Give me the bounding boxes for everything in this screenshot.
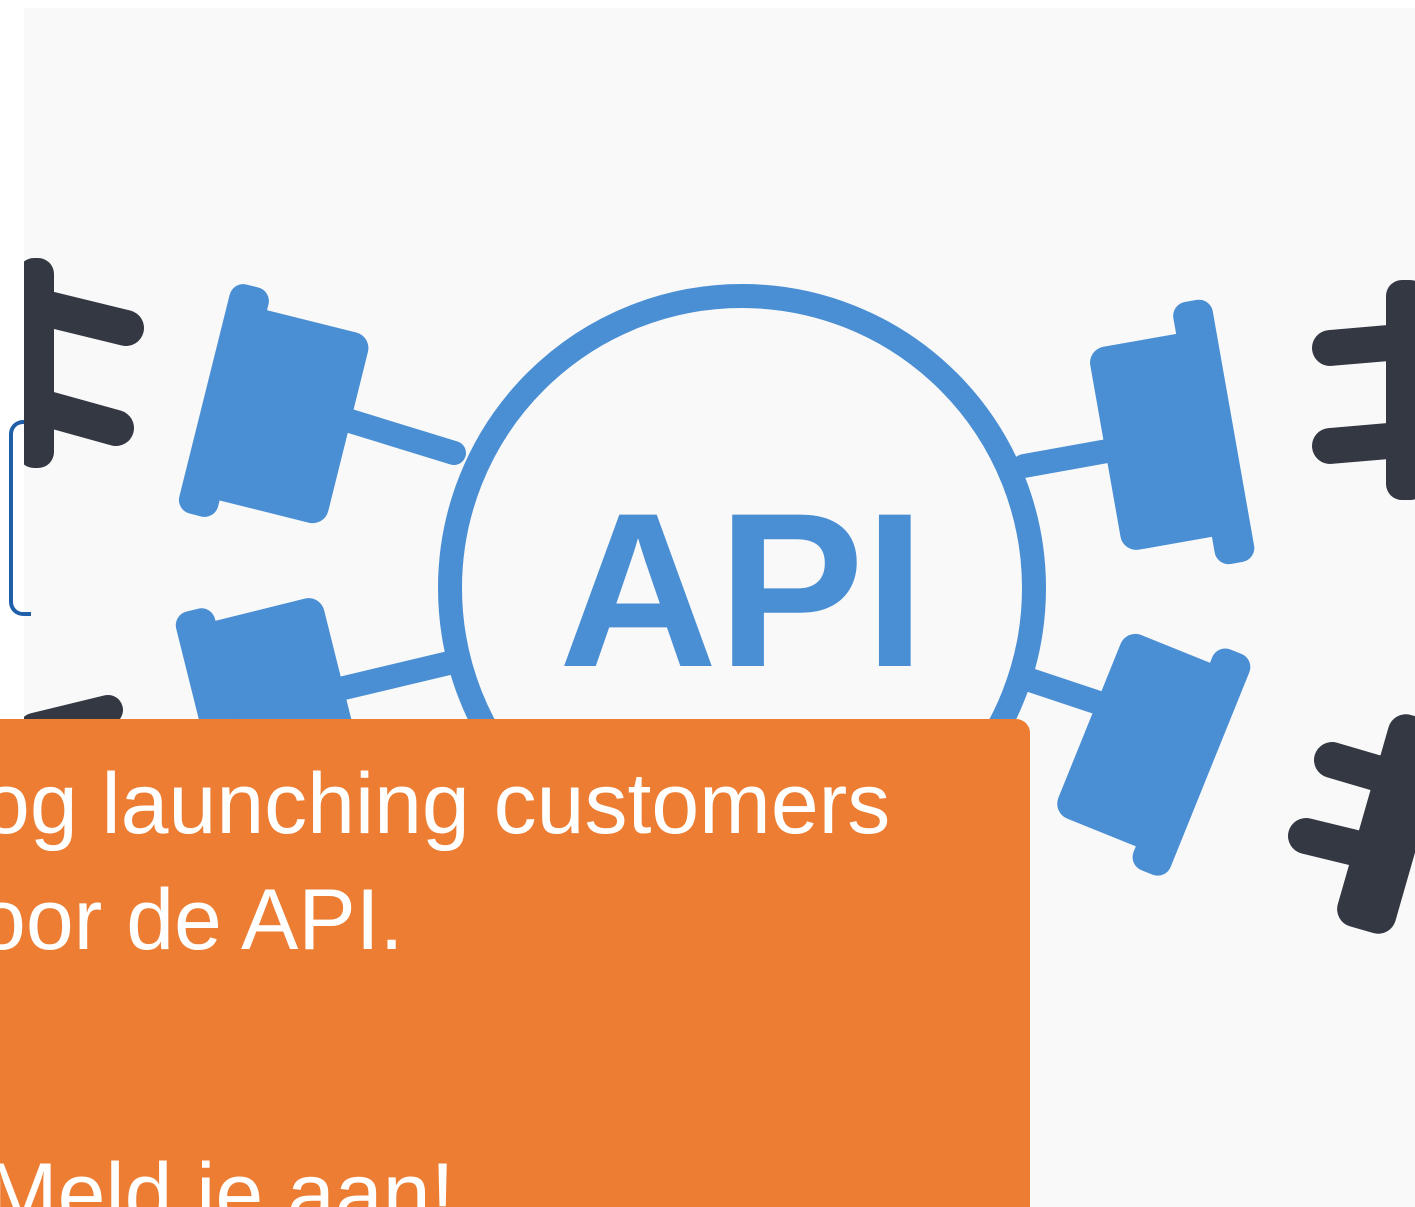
plug-dark-top-right [1312,280,1415,500]
connector-line-bottom-left [332,651,461,700]
slide-canvas: API og launching customers oor de API. M… [0,0,1415,1207]
plug-blue-top-left [178,284,369,524]
plug-dark-bottom-right [1288,714,1415,934]
promo-text-line-2: oor de API. [0,872,404,968]
api-label: API [559,467,926,713]
signup-call-to-action[interactable]: Meld je aan! [0,1151,455,1207]
plug-blue-top-right [1090,299,1255,565]
promo-text-line-1: og launching customers [0,756,891,852]
plug-dark-top-left [24,258,144,468]
plug-blue-bottom-right [1057,633,1251,876]
promo-banner: og launching customers oor de API. Meld … [0,719,1030,1207]
